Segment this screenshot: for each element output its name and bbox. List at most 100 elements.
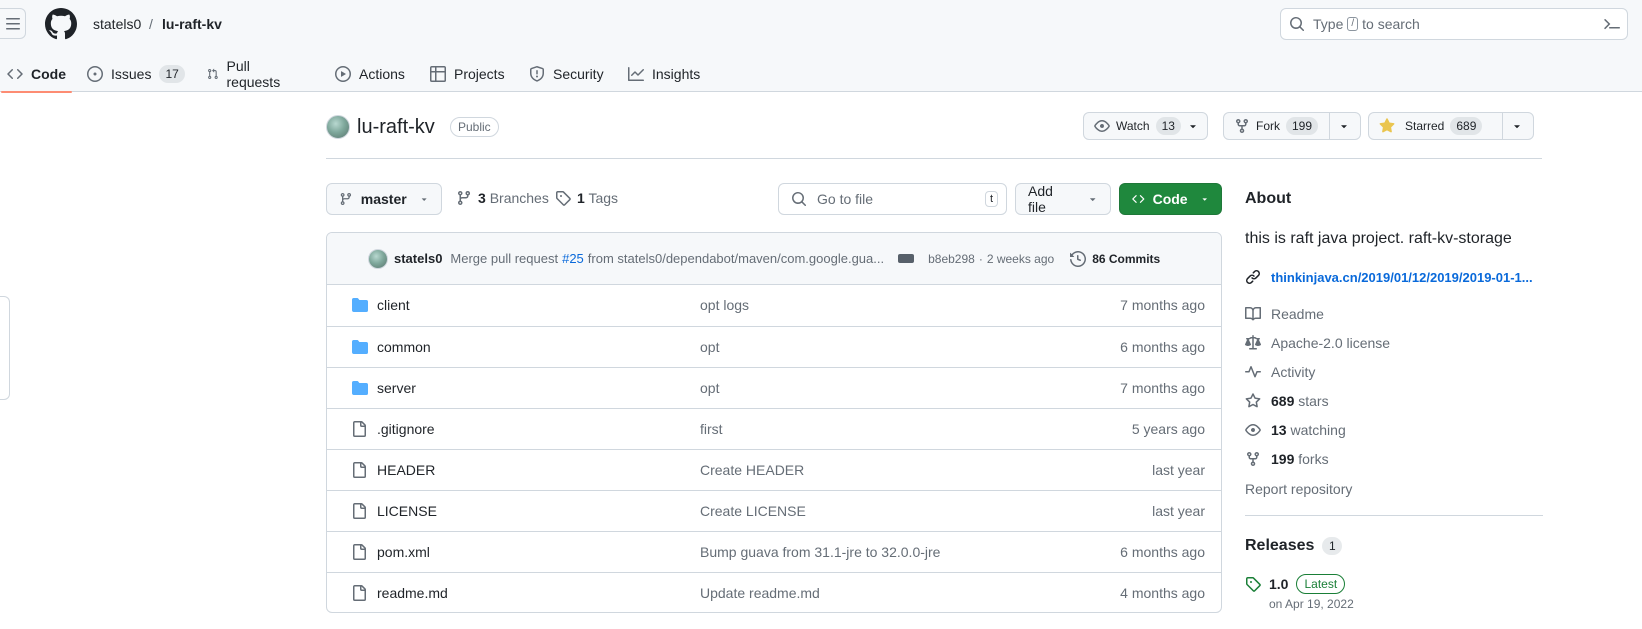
file-commit-message[interactable]: Update readme.md xyxy=(700,585,820,601)
latest-release[interactable]: 1.0 Latest xyxy=(1245,574,1346,594)
release-tag-name[interactable]: 1.0 xyxy=(1269,576,1288,592)
releases-heading[interactable]: Releases 1 xyxy=(1245,537,1343,555)
commit-pr-link[interactable]: #25 xyxy=(562,251,584,266)
forks-count: 199 xyxy=(1271,451,1295,467)
watch-count: 13 xyxy=(1155,117,1181,135)
license-link[interactable]: Apache-2.0 license xyxy=(1245,335,1390,351)
breadcrumb-repo[interactable]: lu-raft-kv xyxy=(162,16,222,32)
commit-message-post[interactable]: from statels0/dependabot/maven/com.googl… xyxy=(588,251,884,266)
releases-count-badge: 1 xyxy=(1322,537,1343,555)
tab-issues[interactable]: Issues 17 xyxy=(87,56,185,92)
watch-main[interactable]: Watch 13 xyxy=(1084,113,1209,139)
file-name[interactable]: LICENSE xyxy=(377,503,437,519)
code-button[interactable]: Code xyxy=(1119,183,1222,215)
activity-link[interactable]: Activity xyxy=(1245,364,1315,380)
license-label: Apache-2.0 license xyxy=(1271,335,1391,351)
commit-author-avatar[interactable] xyxy=(368,248,388,269)
star-list-dropdown-button[interactable] xyxy=(1502,113,1531,139)
branches-label: Branches xyxy=(489,190,549,206)
file-name[interactable]: pom.xml xyxy=(377,544,430,560)
forks-link[interactable]: 199 forks xyxy=(1245,451,1329,467)
file-name[interactable]: HEADER xyxy=(377,462,435,478)
triangle-down-icon xyxy=(1341,125,1347,129)
table-row[interactable]: HEADER Create HEADER last year xyxy=(327,449,1221,490)
starred-button[interactable]: Starred 689 xyxy=(1369,113,1502,139)
feedback-side-tab[interactable] xyxy=(0,296,10,400)
homepage-link[interactable]: thinkinjava.cn/2019/01/12/2019/2019-01-1… xyxy=(1245,269,1533,285)
file-icon xyxy=(353,421,366,437)
file-age: 7 months ago xyxy=(1120,380,1205,396)
file-commit-message[interactable]: opt xyxy=(700,339,719,355)
file-commit-message[interactable]: opt logs xyxy=(700,297,749,313)
file-name[interactable]: readme.md xyxy=(377,585,448,601)
homepage-url[interactable]: thinkinjava.cn/2019/01/12/2019/2019-01-1… xyxy=(1271,270,1533,285)
commit-sha[interactable]: b8eb298 xyxy=(928,252,975,266)
file-commit-message[interactable]: Create LICENSE xyxy=(700,503,806,519)
breadcrumb-owner[interactable]: statels0 xyxy=(93,16,141,32)
readme-link[interactable]: Readme xyxy=(1245,306,1324,322)
fork-dropdown-button[interactable] xyxy=(1329,113,1358,139)
releases-title: Releases xyxy=(1245,537,1315,554)
tab-security[interactable]: Security xyxy=(529,56,604,92)
watchers-link[interactable]: 13 watching xyxy=(1245,422,1346,438)
link-icon xyxy=(1245,269,1261,285)
global-search-input[interactable]: Type / to search xyxy=(1280,8,1628,40)
table-row[interactable]: .gitignore first 5 years ago xyxy=(327,408,1221,449)
tab-code-label: Code xyxy=(31,66,66,82)
tab-actions[interactable]: Actions xyxy=(335,56,405,92)
command-palette-icon xyxy=(1604,19,1620,30)
fork-button[interactable]: Fork 199 xyxy=(1224,113,1329,139)
file-age: 7 months ago xyxy=(1120,297,1205,313)
branches-link[interactable]: 3 Branches xyxy=(456,190,549,206)
fork-count: 199 xyxy=(1286,117,1319,135)
owner-avatar[interactable] xyxy=(326,115,350,139)
folder-icon xyxy=(352,340,368,354)
file-name[interactable]: server xyxy=(377,380,416,396)
table-row[interactable]: pom.xml Bump guava from 31.1-jre to 32.0… xyxy=(327,531,1221,572)
git-branch-icon xyxy=(340,192,352,206)
table-row[interactable]: server opt 7 months ago xyxy=(327,367,1221,408)
file-commit-message[interactable]: Create HEADER xyxy=(700,462,804,478)
tab-pull-requests[interactable]: Pull requests xyxy=(207,56,285,92)
hamburger-menu-button[interactable] xyxy=(0,8,26,39)
triangle-down-icon xyxy=(421,198,427,201)
file-name[interactable]: client xyxy=(377,297,410,313)
eye-icon xyxy=(1245,424,1261,436)
triangle-down-icon xyxy=(1089,198,1095,202)
branch-select-button[interactable]: master xyxy=(326,183,442,215)
tags-link[interactable]: 1 Tags xyxy=(555,190,618,206)
commit-author[interactable]: statels0 xyxy=(394,251,442,266)
watch-button[interactable]: Watch 13 xyxy=(1083,112,1208,140)
table-row[interactable]: common opt 6 months ago xyxy=(327,326,1221,367)
commit-message-pre[interactable]: Merge pull request xyxy=(450,251,558,266)
file-commit-message[interactable]: opt xyxy=(700,380,719,396)
commits-history-link[interactable]: 86 Commits xyxy=(1070,250,1160,267)
ellipsis-expand-button[interactable] xyxy=(898,254,915,263)
file-name[interactable]: common xyxy=(377,339,431,355)
file-commit-message[interactable]: Bump guava from 31.1-jre to 32.0.0-jre xyxy=(700,544,940,560)
repo-title[interactable]: lu-raft-kv xyxy=(357,116,435,139)
file-commit-message[interactable]: first xyxy=(700,421,723,437)
tab-code[interactable]: Code xyxy=(1,56,72,93)
release-date: on Apr 19, 2022 xyxy=(1269,597,1354,611)
tab-projects[interactable]: Projects xyxy=(430,56,505,92)
commit-dot: · xyxy=(978,251,983,266)
folder-icon xyxy=(352,381,368,395)
file-age: last year xyxy=(1152,462,1205,478)
github-logo-icon[interactable] xyxy=(45,8,77,40)
table-row[interactable]: readme.md Update readme.md 4 months ago xyxy=(327,572,1221,612)
stars-count: 689 xyxy=(1271,393,1295,409)
triangle-down-icon xyxy=(1190,125,1196,129)
stars-link[interactable]: 689 stars xyxy=(1245,393,1329,409)
command-palette-button[interactable] xyxy=(1596,8,1628,40)
table-row[interactable]: LICENSE Create LICENSE last year xyxy=(327,490,1221,531)
table-row[interactable]: client opt logs 7 months ago xyxy=(327,285,1221,326)
go-to-file-placeholder: Go to file xyxy=(817,191,874,207)
latest-badge: Latest xyxy=(1296,574,1346,594)
file-name[interactable]: .gitignore xyxy=(377,421,435,437)
report-repository-link[interactable]: Report repository xyxy=(1245,481,1352,497)
add-file-button[interactable]: Add file xyxy=(1015,183,1111,215)
tab-insights[interactable]: Insights xyxy=(628,56,700,92)
fork-label: Fork xyxy=(1256,119,1280,133)
go-to-file-input[interactable]: Go to file t xyxy=(778,183,1007,215)
